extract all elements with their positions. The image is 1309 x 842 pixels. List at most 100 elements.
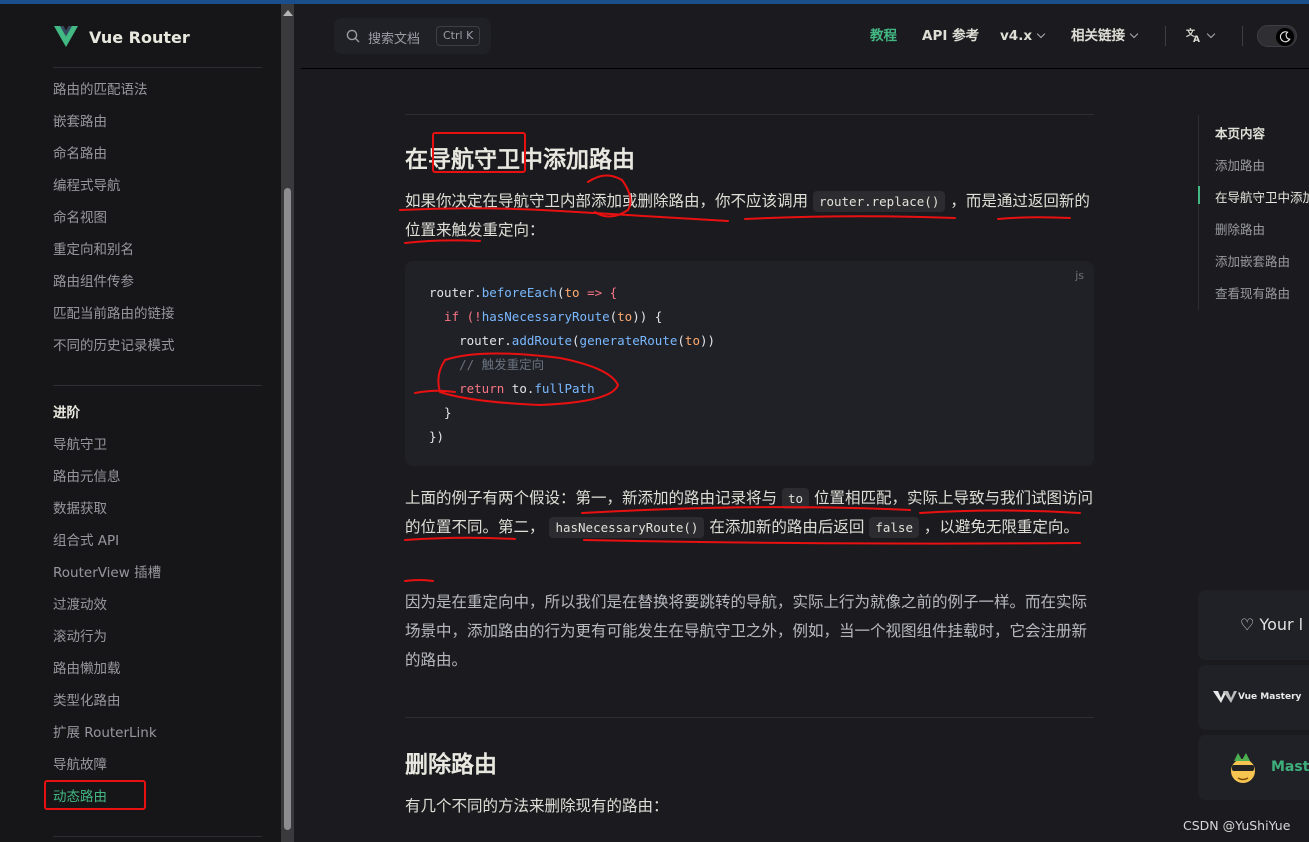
code-token: beforeEach (481, 285, 557, 300)
toc-active-indicator (1198, 186, 1200, 204)
sponsor-your-text: ♡ Your l (1240, 615, 1304, 634)
search-button[interactable]: 搜索文档 Ctrl K (334, 18, 491, 54)
sidebar-item-lazy-loading[interactable]: 路由懒加载 (53, 659, 121, 679)
section-divider (405, 114, 1094, 115)
code-token: fullPath (534, 381, 595, 396)
sidebar-item-redirect-alias[interactable]: 重定向和别名 (53, 240, 134, 260)
vue-logo-icon (54, 26, 78, 47)
nav-tutorial[interactable]: 教程 (870, 26, 897, 46)
toc-item-add-routes[interactable]: 添加路由 (1215, 155, 1265, 174)
nav-related-links-dropdown[interactable]: 相关链接 (1071, 26, 1139, 46)
code-token: . (504, 333, 512, 348)
annotation-box-navigation-guard (432, 132, 526, 173)
code-line: } (429, 405, 452, 420)
nav-divider (1165, 26, 1166, 46)
nav-version-label: v4.x (1000, 28, 1033, 44)
toc-title: 本页内容 (1215, 126, 1266, 141)
heading-remove-routes: 删除路由 (405, 752, 497, 778)
chevron-down-icon (1206, 29, 1216, 39)
code-token: if (! (429, 309, 482, 324)
sponsor-vue-mastery-text: Vue Mastery (1238, 692, 1302, 702)
mascot-icon (1231, 753, 1255, 783)
code-token: generateRoute (579, 333, 678, 348)
code-comment: // 触发重定向 (429, 357, 545, 372)
sidebar: Vue Router 路由的匹配语法 嵌套路由 命名路由 编程式导航 命名视图 … (0, 4, 281, 842)
code-token: return (429, 381, 512, 396)
paragraph-text: 上面的例子有两个假设：第一，新添加的路由记录将与 (405, 489, 778, 507)
sidebar-item-named-views[interactable]: 命名视图 (53, 208, 107, 228)
sidebar-item-navigation-guards[interactable]: 导航守卫 (53, 435, 107, 455)
search-icon (346, 29, 360, 43)
toc-item-nested-routes[interactable]: 添加嵌套路由 (1215, 251, 1290, 270)
theme-toggle-knob (1276, 28, 1294, 46)
sidebar-item-extending-routerlink[interactable]: 扩展 RouterLink (53, 723, 157, 743)
paragraph-text: ，以避免无限重定向。 (923, 518, 1079, 536)
sidebar-divider (53, 385, 262, 386)
toc-item-view-existing[interactable]: 查看现有路由 (1215, 283, 1290, 302)
sidebar-item-scroll-behavior[interactable]: 滚动行为 (53, 627, 107, 647)
paragraph-text: 在添加新的路由后返回 (709, 518, 865, 536)
sidebar-item-composition-api[interactable]: 组合式 API (53, 531, 119, 551)
brand[interactable]: Vue Router (53, 24, 190, 50)
sidebar-item-named-routes[interactable]: 命名路由 (53, 144, 107, 164)
toc-item-remove-routes[interactable]: 删除路由 (1215, 219, 1265, 238)
language-switcher[interactable]: 文 A (1185, 26, 1216, 46)
code-token: hasNecessaryRoute (481, 309, 610, 324)
paragraph-remove-methods: 有几个不同的方法来删除现有的路由： (405, 797, 669, 815)
nav-api-reference[interactable]: API 参考 (922, 26, 979, 46)
sidebar-item-nested-routes[interactable]: 嵌套路由 (53, 112, 107, 132)
code-token: router (459, 333, 505, 348)
search-placeholder: 搜索文档 (368, 32, 421, 47)
sidebar-item-programmatic-navigation[interactable]: 编程式导航 (53, 176, 121, 196)
nav-related-links-label: 相关链接 (1071, 28, 1125, 44)
sponsor-mastering-text: Maste (1271, 759, 1309, 775)
code-token: to (564, 285, 580, 300)
sidebar-item-routerview-slot[interactable]: RouterView 插槽 (53, 563, 161, 583)
code-line: }) (429, 429, 445, 444)
moon-icon (1279, 31, 1291, 43)
sponsor-mastering[interactable]: Maste (1198, 735, 1309, 800)
nav-divider (1242, 26, 1243, 46)
annotation-box-dynamic-routing (44, 780, 146, 810)
section-divider (405, 717, 1094, 718)
sidebar-item-transitions[interactable]: 过渡动效 (53, 595, 107, 615)
scrollbar-thumb[interactable] (284, 188, 291, 830)
toc-rail (1198, 115, 1199, 310)
sidebar-item-route-meta[interactable]: 路由元信息 (53, 467, 121, 487)
nav-version-dropdown[interactable]: v4.x (1000, 26, 1046, 46)
brand-title: Vue Router (89, 27, 190, 47)
code-token: router (429, 285, 475, 300)
sidebar-item-history-mode[interactable]: 不同的历史记录模式 (53, 336, 175, 356)
code-token: addRoute (511, 333, 573, 348)
code-token: )) (699, 333, 716, 348)
sponsor-vue-mastery[interactable]: Vue Mastery (1198, 665, 1309, 730)
vue-mastery-logo-icon (1213, 691, 1237, 703)
code-token: ( (677, 333, 685, 348)
svg-text:A: A (1193, 35, 1200, 43)
paragraph-redirect-explanation: 因为是在重定向中，所以我们是在替换将要跳转的导航，实际上行为就像之前的例子一样。… (405, 593, 1088, 669)
chevron-down-icon (1129, 29, 1139, 39)
code-line: router.beforeEach(to => { (429, 281, 715, 305)
search-shortcut-key: Ctrl K (436, 26, 481, 46)
sidebar-item-passing-props[interactable]: 路由组件传参 (53, 272, 134, 292)
code-content: router.beforeEach(to => { if (!hasNecess… (429, 281, 715, 449)
code-line: return to.fullPath (429, 377, 715, 401)
code-token: . (474, 285, 482, 300)
sponsor-your-logo[interactable]: ♡ Your l (1198, 590, 1309, 660)
code-token: to (617, 309, 633, 324)
sidebar-item-typed-routes[interactable]: 类型化路由 (53, 691, 121, 711)
code-line: router.addRoute(generateRoute(to)) (429, 329, 715, 353)
code-language-label: js (1075, 269, 1084, 282)
code-token: )) { (632, 309, 663, 324)
sidebar-item-data-fetching[interactable]: 数据获取 (53, 499, 107, 519)
paragraph-add-remove: 如果你决定在导航守卫内部添加或删除路由，你不应该调用 router.replac… (405, 187, 1095, 245)
sidebar-item-matching-syntax[interactable]: 路由的匹配语法 (53, 80, 148, 100)
sidebar-item-navigation-failures[interactable]: 导航故障 (53, 755, 107, 775)
code-line: if (!hasNecessaryRoute(to)) { (429, 305, 715, 329)
sidebar-item-active-links[interactable]: 匹配当前路由的链接 (53, 304, 175, 324)
scroll-up-arrow-icon[interactable] (283, 10, 293, 16)
toc-item-add-in-guards[interactable]: 在导航守卫中添加路由 (1215, 187, 1309, 206)
code-token: => { (579, 285, 618, 300)
paragraph-assumptions: 上面的例子有两个假设：第一，新添加的路由记录将与 to 位置相匹配，实际上导致与… (405, 484, 1095, 542)
